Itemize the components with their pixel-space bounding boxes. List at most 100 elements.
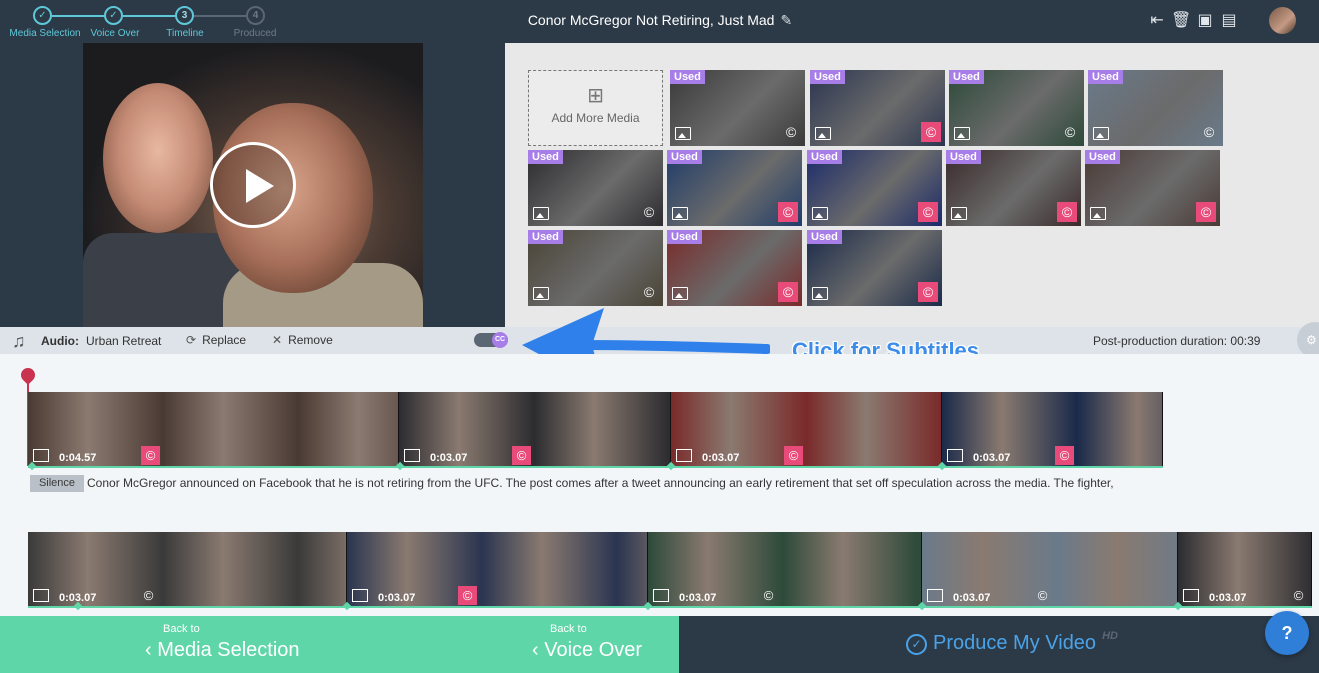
image-icon	[947, 449, 963, 462]
bottom-bar: Back to ‹ Media Selection Back to ‹ Voic…	[0, 616, 1319, 673]
project-title[interactable]: Conor McGregor Not Retiring, Just Mad ✎	[420, 12, 900, 29]
remove-audio-button[interactable]: ✕ Remove	[272, 333, 333, 347]
exit-icon[interactable]: ⇤	[1147, 11, 1167, 31]
media-thumbnail[interactable]: Used ©	[807, 230, 942, 306]
clip-duration: 0:03.07	[378, 592, 416, 604]
timeline-clip[interactable]: 0:03.07 ©	[399, 392, 671, 468]
image-icon	[954, 127, 970, 140]
media-thumbnail[interactable]: Used ©	[810, 70, 945, 146]
media-thumbnail[interactable]: Used ©	[1088, 70, 1223, 146]
copyright-icon[interactable]: ©	[639, 202, 659, 222]
media-thumbnail[interactable]: Used ©	[670, 70, 805, 146]
copyright-icon[interactable]: ©	[778, 282, 798, 302]
copyright-icon[interactable]: ©	[1057, 202, 1077, 222]
back-to-label: Back to	[163, 623, 200, 635]
comment-icon[interactable]: ▤	[1219, 11, 1239, 31]
used-badge: Used	[667, 150, 702, 164]
image-icon	[533, 207, 549, 220]
used-badge: Used	[807, 230, 842, 244]
copyright-icon[interactable]: ©	[918, 202, 938, 222]
step-media-selection-check-icon[interactable]: ✓	[33, 6, 52, 25]
copyright-icon[interactable]: ©	[512, 446, 531, 465]
trash-icon[interactable]: 🗑	[1171, 11, 1191, 31]
timeline-clip[interactable]: 0:03.07 ©	[942, 392, 1163, 468]
clip-duration: 0:03.07	[702, 452, 740, 464]
step-voice-over-check-icon[interactable]: ✓	[104, 6, 123, 25]
timeline-clip[interactable]: 0:03.07 ©	[1178, 532, 1312, 608]
replace-audio-button[interactable]: ⟳ Replace	[186, 333, 246, 347]
image-icon	[672, 207, 688, 220]
timeline-clip[interactable]: 0:03.07 ©	[671, 392, 942, 468]
remove-label: Remove	[288, 333, 333, 347]
transcript-text[interactable]: Conor McGregor announced on Facebook tha…	[87, 476, 1114, 490]
add-more-media-button[interactable]: ⊞ Add More Media	[528, 70, 663, 146]
step-timeline-number[interactable]: 3	[175, 6, 194, 25]
copyright-icon[interactable]: ©	[1199, 122, 1219, 142]
back-voice-label: Voice Over	[544, 639, 643, 661]
play-button[interactable]	[210, 142, 296, 228]
back-voice-text: ‹ Voice Over	[532, 639, 642, 662]
copyright-icon[interactable]: ©	[921, 122, 941, 142]
help-chat-button[interactable]: ?	[1265, 611, 1309, 655]
media-thumbnail[interactable]: Used ©	[528, 230, 663, 306]
image-icon	[33, 589, 49, 602]
clip-duration: 0:03.07	[973, 452, 1011, 464]
timeline-clip[interactable]: 0:03.07 ©	[922, 532, 1178, 608]
media-thumbnail[interactable]: Used ©	[1085, 150, 1220, 226]
step-label-produced: Produced	[233, 28, 277, 39]
used-badge: Used	[807, 150, 842, 164]
media-thumbnail[interactable]: Used ©	[667, 230, 802, 306]
media-thumbnail[interactable]: Used ©	[667, 150, 802, 226]
timeline-track-2: 0:03.07 © 0:03.07 © 0:03.07 © 0:03.07 © 0:03.07 ©	[28, 532, 1312, 608]
audio-label: Audio:	[41, 334, 79, 348]
media-thumbnail[interactable]: Used ©	[807, 150, 942, 226]
cc-icon: CC	[492, 332, 508, 348]
copyright-icon[interactable]: ©	[781, 122, 801, 142]
copyright-icon[interactable]: ©	[759, 586, 778, 605]
copyright-icon[interactable]: ©	[1196, 202, 1216, 222]
clip-duration: 0:04.57	[59, 452, 97, 464]
image-icon	[812, 207, 828, 220]
callout-arrow-shaft	[577, 340, 770, 354]
subtitles-toggle[interactable]: CC	[474, 332, 508, 348]
back-to-media-selection-button[interactable]: Back to ‹ Media Selection	[0, 616, 340, 673]
image-icon	[352, 589, 368, 602]
music-note-icon: ♫	[12, 331, 26, 351]
copyright-icon[interactable]: ©	[1289, 586, 1308, 605]
copyright-icon[interactable]: ©	[458, 586, 477, 605]
silence-marker[interactable]: Silence	[30, 475, 84, 492]
timeline-clip[interactable]: 0:03.07 ©	[648, 532, 922, 608]
back-to-voice-over-button[interactable]: Back to ‹ Voice Over	[340, 616, 679, 673]
avatar[interactable]	[1269, 7, 1296, 34]
image-icon	[675, 127, 691, 140]
copyright-icon[interactable]: ©	[141, 446, 160, 465]
copyright-icon[interactable]: ©	[1055, 446, 1074, 465]
image-icon	[1093, 127, 1109, 140]
back-media-label: Media Selection	[157, 639, 300, 661]
produce-my-video-button[interactable]: ✓ Produce My Video HD	[679, 616, 1319, 673]
timeline-clip[interactable]: 0:04.57 ©	[28, 392, 399, 468]
copyright-icon[interactable]: ©	[918, 282, 938, 302]
video-preview[interactable]	[83, 43, 423, 327]
copyright-icon[interactable]: ©	[784, 446, 803, 465]
used-badge: Used	[528, 230, 563, 244]
step-connector	[52, 15, 104, 17]
produce-content: ✓ Produce My Video HD	[906, 630, 1118, 655]
copyright-icon[interactable]: ©	[639, 282, 659, 302]
replace-label: Replace	[202, 333, 247, 347]
media-thumbnail[interactable]: Used ©	[949, 70, 1084, 146]
settings-tab-icon[interactable]: ⚙	[1297, 322, 1319, 358]
copyright-icon[interactable]: ©	[778, 202, 798, 222]
copyright-icon[interactable]: ©	[1033, 586, 1052, 605]
close-icon: ✕	[272, 333, 283, 347]
copyright-icon[interactable]: ©	[139, 586, 158, 605]
timeline-clip[interactable]: 0:03.07 ©	[28, 532, 347, 608]
used-badge: Used	[1088, 70, 1123, 84]
media-thumbnail[interactable]: Used ©	[946, 150, 1081, 226]
media-thumbnail[interactable]: Used ©	[528, 150, 663, 226]
save-icon[interactable]: ▣	[1195, 11, 1215, 31]
project-title-text: Conor McGregor Not Retiring, Just Mad	[527, 12, 775, 28]
timeline-clip[interactable]: 0:03.07 ©	[347, 532, 648, 608]
copyright-icon[interactable]: ©	[1060, 122, 1080, 142]
pencil-icon[interactable]: ✎	[780, 12, 792, 29]
